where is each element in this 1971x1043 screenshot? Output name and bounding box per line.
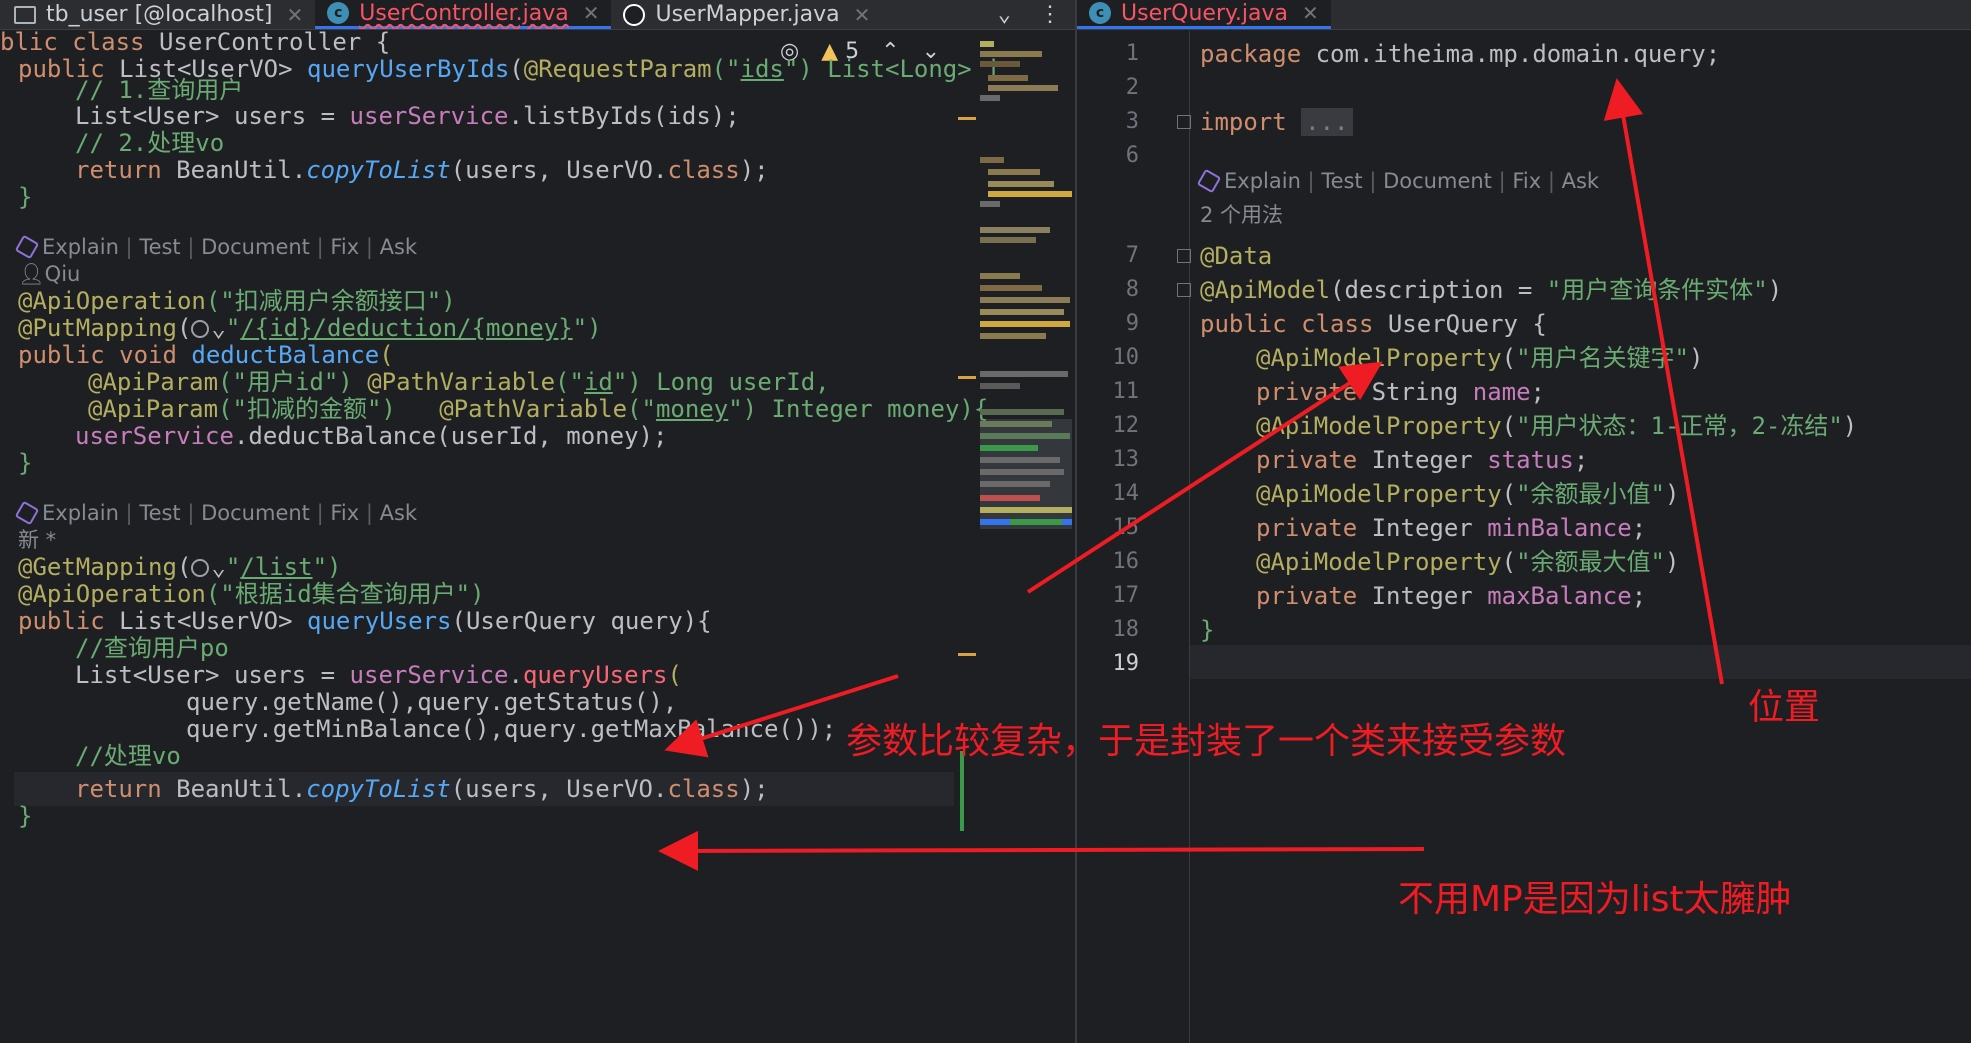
line-number: 15 [1112,515,1140,540]
ai-fix[interactable]: Fix [330,501,359,525]
ai-explain[interactable]: Explain [42,235,119,259]
globe-icon[interactable] [191,559,210,577]
line-number: 14 [1112,481,1140,506]
table-icon [14,5,36,24]
fold-toggle[interactable] [1177,249,1191,263]
ai-actions: Explain | Test | Document | Fix | Ask [1196,164,1599,198]
tab-user-query[interactable]: c UserQuery.java ✕ [1077,0,1331,29]
ai-test[interactable]: Test [139,501,180,525]
tab-tools: ⌄ ⋮ [984,0,1075,29]
tab-tb-user[interactable]: tb_user [@localhost] ✕ [0,0,315,29]
line-number: 2 [1125,75,1139,100]
code-line: private Integer minBalance; [1256,514,1647,542]
code-line: import ... [1200,105,1353,139]
code-line: package com.itheima.mp.domain.query; [1200,40,1721,68]
line-number: 12 [1112,413,1140,438]
ai-fix[interactable]: Fix [330,235,359,259]
ai-explain[interactable]: Explain [42,501,119,525]
line-number: 10 [1112,345,1140,370]
code-line: return BeanUtil.copyToList(users, UserVO… [75,775,769,803]
code-minimap[interactable] [980,37,1072,697]
code-line: public class UserQuery { [1200,310,1547,338]
code-line: @ApiModelProperty("余额最大值") [1256,548,1680,576]
note-params: 参数比较复杂，于是封装了一个类来接受参数 [846,721,1567,762]
fold-toggle[interactable] [1177,283,1191,297]
line-number: 8 [1125,277,1139,302]
usages-hint[interactable]: 2 个用法 [1200,198,1283,232]
folded-imports[interactable]: ... [1301,108,1353,136]
tab-label: UserQuery.java [1121,0,1288,26]
ai-document[interactable]: Document [201,501,310,525]
code-line: userService.deductBalance(userId, money)… [75,422,668,450]
line-number: 19 [1112,651,1140,676]
tab-label: UserController.java [359,0,569,26]
line-number: 11 [1112,379,1140,404]
code-line: @Data [1200,242,1273,270]
ai-ask[interactable]: Ask [380,235,417,259]
warning-stripe[interactable] [958,653,976,656]
ai-explain[interactable]: Explain [1224,169,1301,193]
ai-test[interactable]: Test [1321,169,1362,193]
tab-user-controller[interactable]: c UserController.java ✕ [315,0,612,29]
code-line: @ApiModelProperty("用户名关键字") [1256,344,1704,372]
tab-label: UserMapper.java [655,2,840,27]
warning-stripe[interactable] [958,117,976,120]
warning-stripe[interactable] [958,376,976,379]
class-icon: c [327,2,350,24]
code-line: return BeanUtil.copyToList(users, UserVO… [75,156,769,184]
ai-fix[interactable]: Fix [1512,169,1541,193]
gutter-separator [1189,31,1190,1043]
line-number: 16 [1112,549,1140,574]
line-number: 1 [1125,41,1139,66]
user-icon: 👤︎ [18,262,45,286]
more-options-icon[interactable]: ⋮ [1039,2,1061,27]
code-line: private String name; [1256,378,1545,406]
tab-label: tb_user [@localhost] [46,2,273,27]
code-line: } [18,802,33,830]
left-editor[interactable]: ◎ ▲ 5 ⌃ ⌄ blic class UserController { pu… [0,31,1075,1043]
code-line: @ApiModelProperty("用户状态：1-正常，2-冻结") [1256,412,1858,440]
code-line: //处理vo [75,742,181,770]
close-icon[interactable]: ✕ [854,3,871,27]
line-number: 13 [1112,447,1140,472]
ai-assistant-icon [1196,168,1222,194]
ai-ask[interactable]: Ask [380,501,417,525]
code-line: } [18,183,33,211]
ai-assistant-icon [14,500,40,526]
chevron-down-icon[interactable]: ⌄ [998,2,1011,27]
right-tab-bar: c UserQuery.java ✕ [1077,0,1971,30]
line-number: 9 [1125,311,1139,336]
left-tab-bar: tb_user [@localhost] ✕ c UserController.… [0,0,1075,30]
line-number: 6 [1125,143,1139,168]
tab-user-mapper[interactable]: UserMapper.java ✕ [611,0,882,29]
current-line-highlight [1190,645,1971,679]
line-number: 17 [1112,583,1140,608]
code-line: } [1200,616,1215,644]
line-number: 7 [1125,243,1139,268]
mapper-icon [623,3,646,26]
globe-icon[interactable] [191,320,210,338]
line-number: 3 [1125,109,1139,134]
ai-document[interactable]: Document [201,235,310,259]
author-name: Qiu [44,262,81,286]
code-line: @ApiModel(description = "用户查询条件实体") [1200,276,1783,304]
code-line: } [18,449,33,477]
class-icon: c [1089,2,1111,24]
code-line: @ApiModelProperty("余额最小值") [1256,480,1680,508]
code-line: query.getMinBalance(),query.getMaxBalanc… [186,715,837,743]
code-line: private Integer maxBalance; [1256,582,1647,610]
code-line: private Integer status; [1256,446,1589,474]
fold-toggle[interactable] [1177,115,1191,129]
ai-document[interactable]: Document [1383,169,1492,193]
ai-test[interactable]: Test [139,235,180,259]
ai-assistant-icon [14,234,40,260]
line-number: 18 [1112,617,1140,642]
close-icon[interactable]: ✕ [1302,1,1319,25]
note-position: 位置 [1748,687,1821,728]
close-icon[interactable]: ✕ [583,1,600,25]
close-icon[interactable]: ✕ [287,3,304,27]
ai-actions: Explain | Test | Document | Fix | Ask [14,496,417,530]
ai-ask[interactable]: Ask [1562,169,1599,193]
note-no-mp: 不用MP是因为list太臃肿 [1398,879,1792,920]
